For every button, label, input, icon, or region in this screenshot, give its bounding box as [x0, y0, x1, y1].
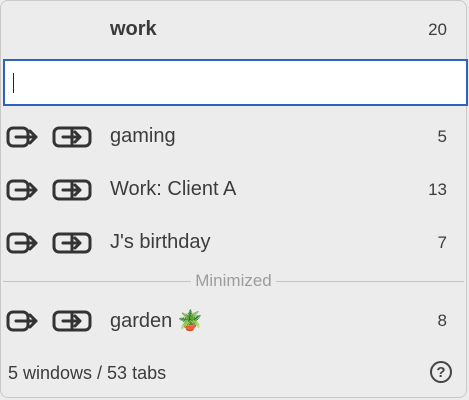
move-tab-to-window-icon[interactable]: [52, 179, 92, 201]
minimized-label: Minimized: [195, 271, 272, 290]
window-name: gaming: [110, 125, 176, 147]
popup-panel: work 20 gaming 5 Work: Client A 13 J's b…: [0, 0, 468, 398]
window-row-garden[interactable]: garden 🪴 8: [1, 294, 466, 347]
summary-text: 5 windows / 53 tabs: [8, 363, 167, 383]
minimized-divider: Minimized: [3, 271, 464, 291]
window-tab-count: 8: [437, 310, 447, 330]
current-window-title: work: [110, 18, 157, 40]
search-input[interactable]: [3, 59, 468, 106]
row-actions: [6, 179, 92, 201]
text-caret: [13, 73, 14, 93]
row-actions: [6, 232, 92, 254]
footer: 5 windows / 53 tabs ?: [1, 351, 466, 395]
move-tab-to-window-icon[interactable]: [52, 310, 92, 332]
window-name: Work: Client A: [110, 178, 237, 200]
window-tab-count: 5: [437, 126, 447, 146]
window-tab-count: 7: [437, 232, 447, 252]
window-row-work-client-a[interactable]: Work: Client A 13: [1, 163, 466, 216]
move-tab-to-window-icon[interactable]: [52, 232, 92, 254]
divider-line: [275, 280, 464, 282]
current-window-header: work 20: [1, 3, 466, 56]
window-row-gaming[interactable]: gaming 5: [1, 110, 466, 163]
current-window-tab-count: 20: [428, 19, 447, 39]
window-row-js-birthday[interactable]: J's birthday 7: [1, 216, 466, 269]
move-tab-to-window-icon[interactable]: [52, 126, 92, 148]
question-circle-icon[interactable]: ?: [430, 361, 452, 383]
switch-to-window-icon[interactable]: [6, 179, 40, 201]
window-name: garden 🪴: [110, 310, 203, 332]
window-tab-count: 13: [428, 179, 447, 199]
row-actions: [6, 310, 92, 332]
switch-to-window-icon[interactable]: [6, 232, 40, 254]
window-name: J's birthday: [110, 231, 211, 253]
switch-to-window-icon[interactable]: [6, 310, 40, 332]
row-actions: [6, 126, 92, 148]
divider-line: [3, 280, 192, 282]
switch-to-window-icon[interactable]: [6, 126, 40, 148]
